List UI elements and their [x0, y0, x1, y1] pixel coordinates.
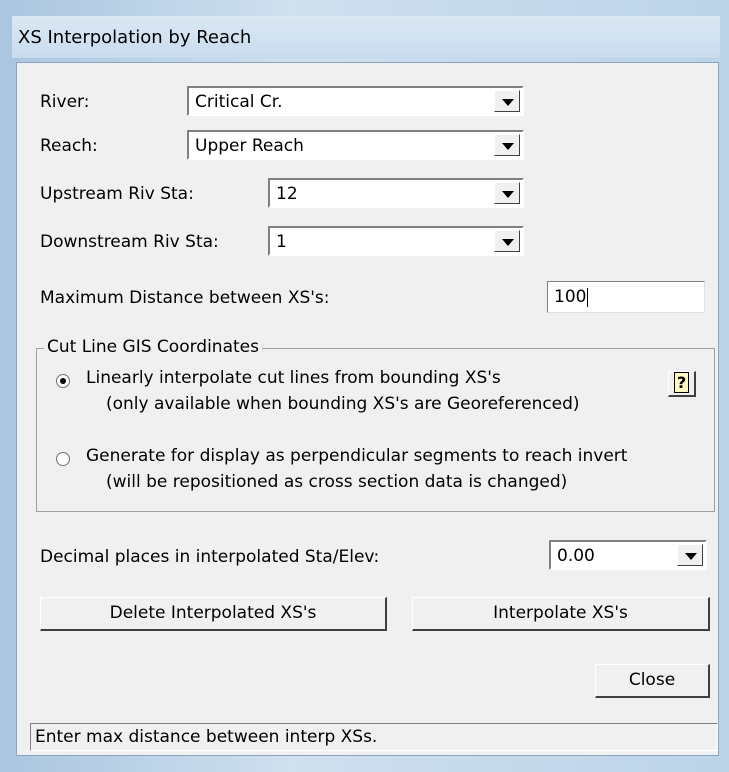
status-bar: Enter max distance between interp XSs.: [30, 723, 718, 751]
chevron-down-icon[interactable]: [494, 90, 520, 112]
decimal-select[interactable]: 0.00: [549, 540, 707, 570]
chevron-down-icon[interactable]: [494, 182, 520, 204]
downstream-select[interactable]: 1: [268, 226, 524, 256]
option-generate-line1: Generate for display as perpendicular se…: [86, 446, 628, 466]
upstream-select[interactable]: 12: [268, 178, 524, 208]
radio-linear-interpolate[interactable]: [56, 374, 70, 388]
text-caret: [587, 288, 588, 307]
radio-generate-perpendicular[interactable]: [56, 452, 70, 466]
cut-line-group-label: Cut Line GIS Coordinates: [44, 337, 262, 357]
chevron-down-icon[interactable]: [677, 544, 703, 566]
help-icon: ?: [673, 372, 690, 393]
reach-value: Upper Reach: [195, 136, 304, 156]
max-distance-label: Maximum Distance between XS's:: [40, 288, 330, 308]
upstream-label: Upstream Riv Sta:: [40, 184, 194, 204]
max-distance-input[interactable]: 100: [547, 281, 705, 313]
help-button[interactable]: ?: [668, 371, 696, 397]
river-select[interactable]: Critical Cr.: [187, 86, 524, 116]
option-linear-line1: Linearly interpolate cut lines from boun…: [86, 368, 501, 388]
delete-interpolated-button[interactable]: Delete Interpolated XS's: [40, 597, 387, 631]
option-generate-line2: (will be repositioned as cross section d…: [106, 472, 568, 492]
option-linear-line2: (only available when bounding XS's are G…: [106, 394, 580, 414]
chevron-down-icon[interactable]: [494, 230, 520, 252]
decimal-value: 0.00: [557, 546, 595, 566]
window-title: XS Interpolation by Reach: [18, 27, 252, 48]
interpolate-button[interactable]: Interpolate XS's: [412, 597, 710, 631]
chevron-down-icon[interactable]: [494, 134, 520, 156]
reach-select[interactable]: Upper Reach: [187, 130, 524, 160]
close-button[interactable]: Close: [595, 664, 710, 698]
upstream-value: 12: [276, 184, 298, 204]
downstream-label: Downstream Riv Sta:: [40, 232, 219, 252]
downstream-value: 1: [276, 232, 287, 252]
river-value: Critical Cr.: [195, 92, 283, 112]
river-label: River:: [40, 92, 90, 112]
decimal-label: Decimal places in interpolated Sta/Elev:: [40, 547, 380, 567]
max-distance-value: 100: [554, 287, 587, 307]
reach-label: Reach:: [40, 136, 98, 156]
status-text: Enter max distance between interp XSs.: [35, 727, 378, 747]
